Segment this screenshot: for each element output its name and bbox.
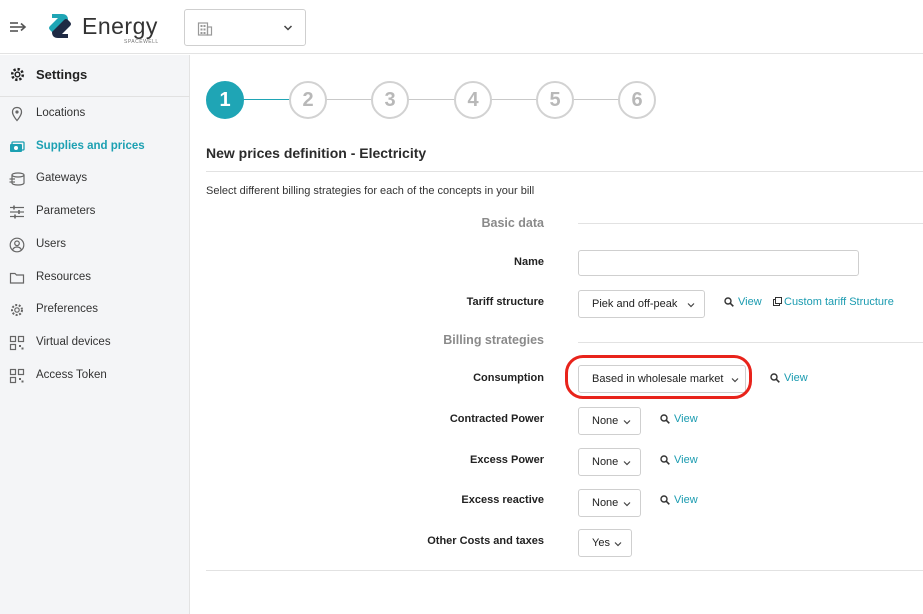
gateway-icon <box>9 172 25 186</box>
sidebar-item-preferences[interactable]: Preferences <box>0 296 190 324</box>
other-costs-select[interactable]: Yes <box>578 529 632 557</box>
tariff-structure-label: Tariff structure <box>466 296 544 308</box>
custom-tariff-text: Custom tariff Structure <box>784 296 894 308</box>
site-select[interactable] <box>184 9 306 46</box>
gear-icon <box>10 67 25 82</box>
sidebar-item-label: Access Token <box>36 369 107 381</box>
section-divider <box>578 342 923 343</box>
chevron-down-icon <box>623 502 631 507</box>
sliders-icon <box>10 205 24 219</box>
excess-power-value: None <box>592 456 619 468</box>
sidebar-item-label: Virtual devices <box>36 336 111 348</box>
magnifier-icon <box>660 414 670 424</box>
contracted-power-label: Contracted Power <box>449 413 544 425</box>
chevron-down-icon <box>614 542 622 547</box>
tariff-structure-select[interactable]: Piek and off-peak <box>578 290 705 318</box>
magnifier-icon <box>660 495 670 505</box>
excess-reactive-label: Excess reactive <box>461 494 544 506</box>
other-costs-label: Other Costs and taxes <box>427 535 544 547</box>
sidebar-item-supplies-and-prices[interactable]: Supplies and prices <box>0 133 190 161</box>
basic-data-heading: Basic data <box>481 216 544 230</box>
external-link-icon <box>773 297 782 306</box>
view-link-text: View <box>674 494 698 506</box>
chevron-down-icon <box>623 461 631 466</box>
expand-sidebar-icon[interactable] <box>9 19 27 35</box>
sidebar-item-gateways[interactable]: Gateways <box>0 165 190 193</box>
sidebar-item-parameters[interactable]: Parameters <box>0 198 190 226</box>
step-2[interactable]: 2 <box>289 81 327 119</box>
logo-subtext: SPACEWELL <box>124 39 159 45</box>
stepper-connector <box>242 99 290 100</box>
billing-strategies-heading: Billing strategies <box>443 333 544 347</box>
step-6[interactable]: 6 <box>618 81 656 119</box>
view-link-text: View <box>784 372 808 384</box>
sidebar-title: Settings <box>36 67 88 82</box>
chevron-down-icon <box>283 25 293 31</box>
grid-icon <box>9 368 25 384</box>
highlight-circle <box>565 355 752 399</box>
page-subtitle: Select different billing strategies for … <box>206 185 535 197</box>
logo-text: Energy <box>82 13 158 39</box>
view-link-text: View <box>674 454 698 466</box>
stepper-connector <box>574 99 622 100</box>
sidebar-item-locations[interactable]: Locations <box>0 100 190 128</box>
stepper-connector <box>408 99 456 100</box>
building-icon <box>197 22 213 36</box>
other-costs-value: Yes <box>592 537 610 549</box>
chevron-down-icon <box>687 303 695 308</box>
stepper-connector <box>491 99 539 100</box>
sidebar-item-label: Users <box>36 238 67 250</box>
step-3[interactable]: 3 <box>371 81 409 119</box>
contracted-power-value: None <box>592 415 619 427</box>
gear-icon <box>11 304 23 316</box>
settings-sidebar: Settings Locations Supplies and prices G… <box>0 55 190 614</box>
sidebar-item-virtual-devices[interactable]: Virtual devices <box>0 329 190 357</box>
folder-icon <box>9 272 25 284</box>
sidebar-item-label: Supplies and prices <box>36 140 145 152</box>
sidebar-item-label: Resources <box>36 271 91 283</box>
user-icon <box>9 237 25 253</box>
magnifier-icon <box>660 455 670 465</box>
contracted-power-select[interactable]: None <box>578 407 641 435</box>
section-divider <box>578 223 923 224</box>
view-link-text: View <box>674 413 698 425</box>
sidebar-header: Settings <box>0 55 190 97</box>
step-4[interactable]: 4 <box>454 81 492 119</box>
sidebar-item-label: Gateways <box>36 172 88 184</box>
sidebar-item-resources[interactable]: Resources <box>0 264 190 292</box>
name-label: Name <box>514 256 544 268</box>
sidebar-item-label: Locations <box>36 107 86 119</box>
tariff-structure-value: Piek and off-peak <box>592 298 678 310</box>
name-input[interactable] <box>578 250 859 276</box>
step-1[interactable]: 1 <box>206 81 244 119</box>
magnifier-icon <box>770 373 780 383</box>
magnifier-icon <box>724 297 734 307</box>
money-icon <box>10 141 25 152</box>
step-5[interactable]: 5 <box>536 81 574 119</box>
page-title: New prices definition - Electricity <box>206 145 427 161</box>
sidebar-item-label: Preferences <box>36 303 99 315</box>
consumption-label: Consumption <box>473 372 544 384</box>
stepper-connector <box>325 99 373 100</box>
sidebar-item-access-token[interactable]: Access Token <box>0 362 190 390</box>
logo-mark-icon <box>49 14 71 38</box>
location-pin-icon <box>11 106 23 122</box>
energy-logo[interactable]: Energy SPACEWELL <box>44 10 164 45</box>
view-link-text: View <box>738 296 762 308</box>
sidebar-item-label: Parameters <box>36 205 96 217</box>
excess-reactive-value: None <box>592 497 619 509</box>
excess-reactive-select[interactable]: None <box>578 489 641 517</box>
title-divider <box>206 171 923 172</box>
excess-power-label: Excess Power <box>470 454 544 466</box>
excess-power-select[interactable]: None <box>578 448 641 476</box>
form-bottom-divider <box>206 570 923 571</box>
top-header: Energy SPACEWELL <box>0 0 923 54</box>
sidebar-item-users[interactable]: Users <box>0 231 190 259</box>
grid-icon <box>9 335 25 351</box>
chevron-down-icon <box>623 420 631 425</box>
